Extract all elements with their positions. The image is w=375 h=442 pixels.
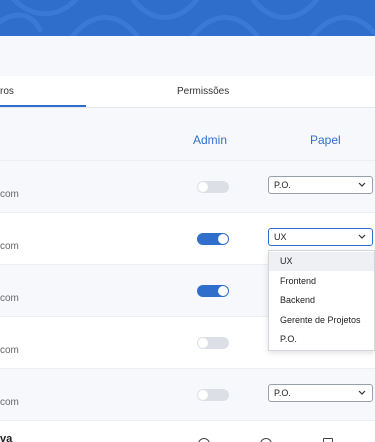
member-email: com — [0, 397, 19, 408]
role-select[interactable]: UX — [268, 228, 373, 246]
tab-members[interactable]: ros — [0, 86, 14, 97]
role-select-value: P.O. — [274, 180, 291, 190]
chevron-down-icon — [358, 182, 366, 187]
role-select[interactable]: P.O. — [268, 176, 373, 194]
member-email: com — [0, 189, 19, 200]
column-header-papel: Papel — [310, 133, 341, 147]
tab-bar: ros Permissões — [0, 76, 375, 108]
chevron-down-icon — [358, 390, 366, 395]
checkbox-icon[interactable] — [323, 438, 333, 442]
member-email: com — [0, 241, 19, 252]
member-email: com — [0, 345, 19, 356]
active-tab-indicator — [0, 105, 86, 107]
role-select-value: P.O. — [274, 388, 291, 398]
table-row: va — [0, 420, 375, 442]
column-header-admin: Admin — [193, 133, 228, 147]
table-row: com P.O. — [0, 160, 375, 212]
table-header: Admin Papel — [0, 108, 375, 160]
admin-toggle[interactable] — [197, 181, 229, 193]
admin-toggle[interactable] — [197, 389, 229, 401]
member-name: va — [0, 433, 13, 442]
role-select-value: UX — [274, 232, 287, 242]
dropdown-option-ux[interactable]: UX — [269, 252, 374, 271]
tab-permissions[interactable]: Permissões — [177, 86, 229, 97]
role-dropdown-menu: UX Frontend Backend Gerente de Projetos … — [268, 250, 375, 351]
dropdown-option-gerente-de-projetos[interactable]: Gerente de Projetos — [269, 311, 374, 330]
admin-toggle[interactable] — [197, 233, 229, 245]
admin-toggle[interactable] — [197, 337, 229, 349]
header-band — [0, 36, 375, 76]
role-select[interactable]: P.O. — [268, 384, 373, 402]
toggle-knob — [198, 338, 208, 348]
toggle-knob — [218, 286, 228, 296]
admin-toggle[interactable] — [197, 285, 229, 297]
dropdown-option-po[interactable]: P.O. — [269, 330, 374, 349]
top-banner — [0, 0, 375, 36]
chevron-down-icon — [358, 234, 366, 239]
toggle-knob — [198, 390, 208, 400]
member-email: com — [0, 293, 19, 304]
dropdown-option-frontend[interactable]: Frontend — [269, 272, 374, 291]
table-row: com P.O. — [0, 368, 375, 420]
toggle-knob — [198, 182, 208, 192]
toggle-knob — [218, 234, 228, 244]
banner-pattern — [0, 0, 375, 36]
dropdown-option-backend[interactable]: Backend — [269, 291, 374, 310]
